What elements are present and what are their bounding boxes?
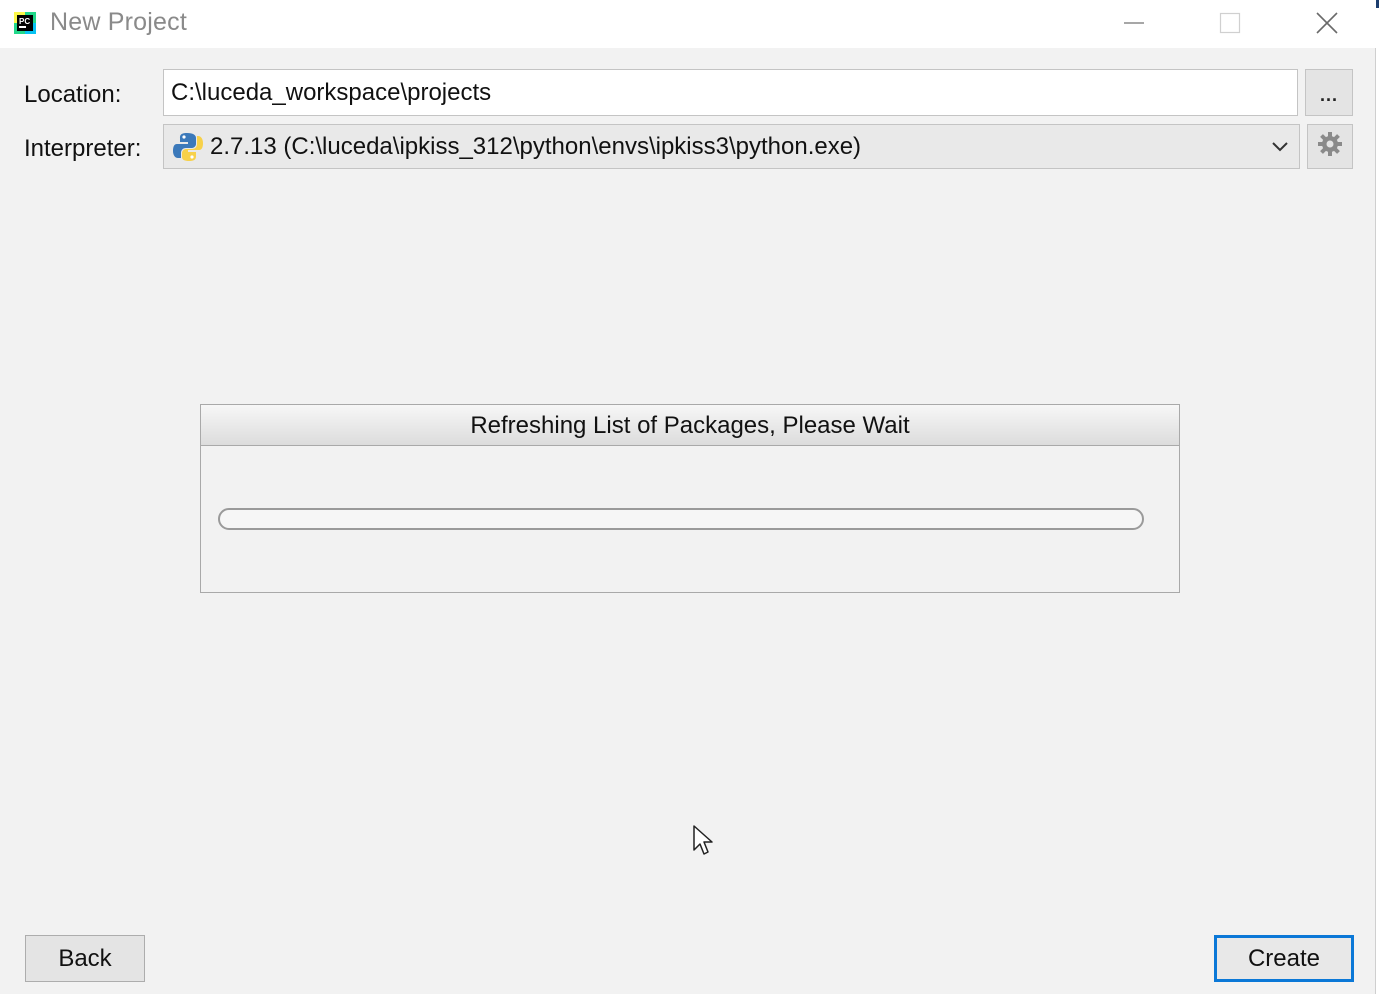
interpreter-selected-value: 2.7.13 (C:\luceda\ipkiss_312\python\envs… [210,133,862,160]
location-label: Location: [24,81,122,108]
svg-text:PC: PC [19,17,30,26]
maximize-icon [1219,12,1241,34]
edge-mark [1376,0,1379,8]
window-edge [1376,0,1383,994]
progress-panel: Refreshing List of Packages, Please Wait [200,404,1180,593]
close-icon [1315,11,1339,35]
browse-location-button[interactable]: ... [1305,69,1353,116]
minimize-icon [1123,12,1145,34]
minimize-button[interactable] [1104,0,1164,46]
mouse-cursor-icon [692,824,716,863]
pycharm-app-icon: PC [14,12,36,34]
close-button[interactable] [1297,0,1357,46]
python-icon [172,132,204,167]
interpreter-label: Interpreter: [24,135,142,162]
browse-button-label: ... [1319,85,1338,105]
create-button[interactable]: Create [1214,935,1354,982]
title-bar: PC New Project [0,0,1376,48]
location-field-wrapper [163,69,1298,116]
window-title: New Project [50,8,187,36]
maximize-button[interactable] [1200,0,1260,46]
chevron-down-icon [1271,138,1289,161]
location-input[interactable] [164,70,1297,115]
new-project-dialog: PC New Project Location: . [0,0,1376,994]
interpreter-select[interactable]: 2.7.13 (C:\luceda\ipkiss_312\python\envs… [163,124,1300,169]
progress-bar [218,508,1144,530]
interpreter-settings-button[interactable] [1307,124,1353,169]
back-button[interactable]: Back [25,935,145,982]
gear-icon [1317,131,1343,162]
progress-title: Refreshing List of Packages, Please Wait [201,405,1179,446]
